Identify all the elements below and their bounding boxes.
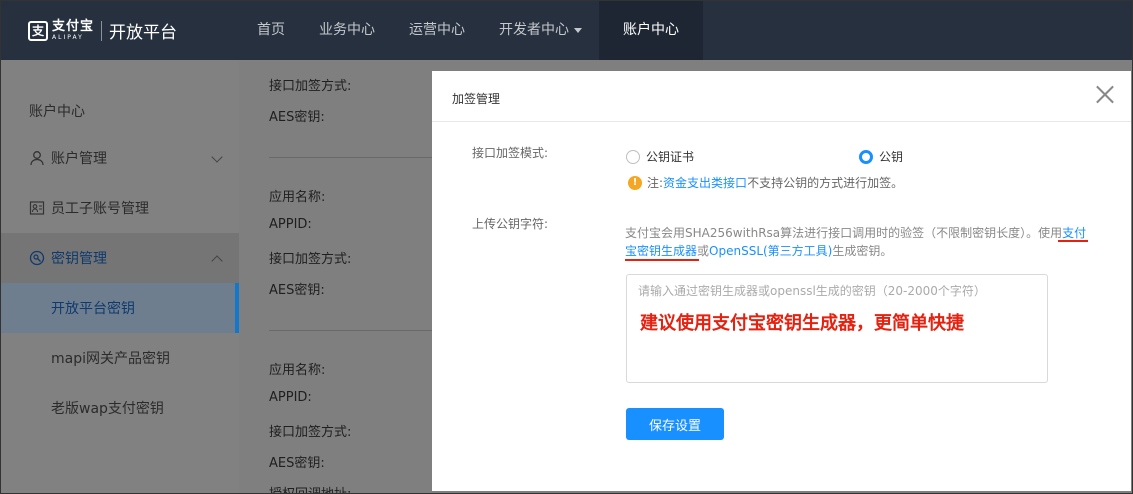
sidebar-item-sub-accounts[interactable]: 员工子账号管理 [0, 183, 239, 233]
radio-circle [626, 149, 640, 164]
save-settings-button[interactable]: 保存设置 [626, 408, 724, 440]
divider [269, 157, 439, 158]
signature-mode-label: 接口加签模式: [472, 146, 549, 160]
upload-key-label: 上传公钥字符: [472, 217, 549, 231]
sidebar-item-open-platform-keys[interactable]: 开放平台密钥 [0, 283, 239, 333]
field-label: 应用名称: [269, 190, 326, 205]
logo-divider [101, 20, 103, 41]
nav-developer-center[interactable]: 开发者中心 [482, 0, 599, 60]
employee-card-icon [29, 200, 45, 216]
nav-home[interactable]: 首页 [240, 0, 302, 60]
field-label: 接口加签方式: [269, 425, 352, 440]
key-description: 支付宝会用SHA256withRsa算法进行接口调用时的验签（不限制密钥长度）。… [625, 226, 1087, 258]
alipay-logo-icon: 支 [28, 20, 48, 41]
field-label: AES密钥: [269, 456, 325, 471]
field-label: 应用名称: [269, 363, 326, 378]
radio-public-key[interactable]: 公钥 [859, 148, 903, 165]
nav-business-center[interactable]: 业务中心 [302, 0, 392, 60]
main-nav: 首页 业务中心 运营中心 开发者中心 账户中心 [240, 0, 703, 60]
sidebar-item-mapi-keys[interactable]: mapi网关产品密钥 [0, 333, 239, 383]
field-label: 接口加签方式: [269, 252, 352, 267]
radio-public-key-cert[interactable]: 公钥证书 [626, 148, 694, 165]
annotation-callout: 建议使用支付宝密钥生成器，更简单快捷 [640, 313, 964, 334]
caret-down-icon [574, 27, 582, 33]
chevron-up-icon [211, 255, 223, 267]
modal-title: 加签管理 [452, 92, 501, 106]
nav-operation-center[interactable]: 运营中心 [392, 0, 482, 60]
field-label: 接口加签方式: [269, 79, 352, 94]
note-text: ! 注: 资金支出类接口 不支持公钥的方式进行加签。 [628, 174, 903, 191]
annotation-underline [625, 259, 699, 261]
logo-brand: 支付宝 [52, 19, 95, 34]
modal-header: 加签管理 [432, 71, 1131, 122]
field-label: AES密钥: [269, 110, 325, 125]
openssl-link[interactable]: OpenSSL(第三方工具) [709, 244, 832, 258]
field-label: APPID: [269, 217, 312, 232]
logo-sub: ALIPAY [52, 34, 84, 41]
radio-circle [859, 149, 873, 164]
field-label: AES密钥: [269, 283, 325, 298]
fund-payout-api-link[interactable]: 资金支出类接口 [663, 174, 747, 191]
sidebar: 账户中心 账户管理 员工子账号管理 密钥管理 开放平台密钥 mapi网关产品密钥… [0, 60, 239, 494]
sidebar-item-wap-keys[interactable]: 老版wap支付密钥 [0, 383, 239, 433]
field-label: APPID: [269, 390, 312, 405]
divider [269, 330, 439, 331]
chevron-down-icon [211, 151, 223, 163]
sidebar-title: 账户中心 [29, 104, 85, 120]
sidebar-item-account-management[interactable]: 账户管理 [0, 133, 239, 183]
sidebar-item-key-management[interactable]: 密钥管理 [0, 233, 239, 283]
nav-account-center[interactable]: 账户中心 [599, 0, 703, 60]
warning-icon: ! [628, 175, 642, 190]
user-icon [29, 150, 45, 166]
key-icon [29, 250, 45, 266]
alipay-logo[interactable]: 支 支付宝 ALIPAY 开放平台 [28, 18, 177, 43]
field-label: 授权回调地址: [269, 483, 351, 494]
signature-settings-modal: 加签管理 接口加签模式: 公钥证书 公钥 ! 注: 资金支出类接口 不支持公钥的… [432, 71, 1131, 491]
close-icon[interactable] [1093, 83, 1117, 107]
top-navbar: 支 支付宝 ALIPAY 开放平台 首页 业务中心 运营中心 开发者中心 账户中… [0, 0, 1133, 60]
platform-name: 开放平台 [109, 23, 178, 43]
annotation-underline [1058, 240, 1088, 242]
